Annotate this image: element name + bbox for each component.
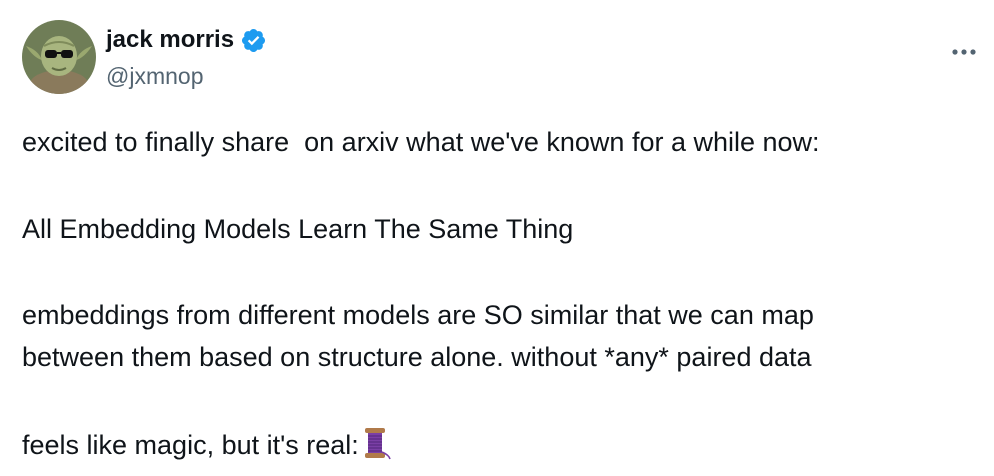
- tweet-line-title: All Embedding Models Learn The Same Thin…: [22, 214, 574, 244]
- avatar[interactable]: [22, 20, 96, 94]
- author-handle[interactable]: @jxmnop: [106, 62, 204, 90]
- tweet-closing-text: feels like magic, but it's real:: [22, 430, 359, 460]
- author-display-name[interactable]: jack morris: [106, 26, 234, 54]
- spool-of-thread-icon: [359, 426, 393, 460]
- tweet-line-closing: feels like magic, but it's real:: [22, 426, 393, 463]
- yoda-avatar-icon: [22, 20, 96, 94]
- more-horizontal-icon: [952, 49, 976, 55]
- tweet-line-intro: excited to finally share on arxiv what w…: [22, 127, 820, 157]
- verified-badge-icon[interactable]: [240, 27, 267, 54]
- tweet-line-body-1: embeddings from different models are SO …: [22, 300, 814, 330]
- tweet-line-body-2: between them based on structure alone. w…: [22, 342, 812, 372]
- author-name-row: jack morris: [106, 26, 267, 54]
- more-options-button[interactable]: [948, 40, 980, 64]
